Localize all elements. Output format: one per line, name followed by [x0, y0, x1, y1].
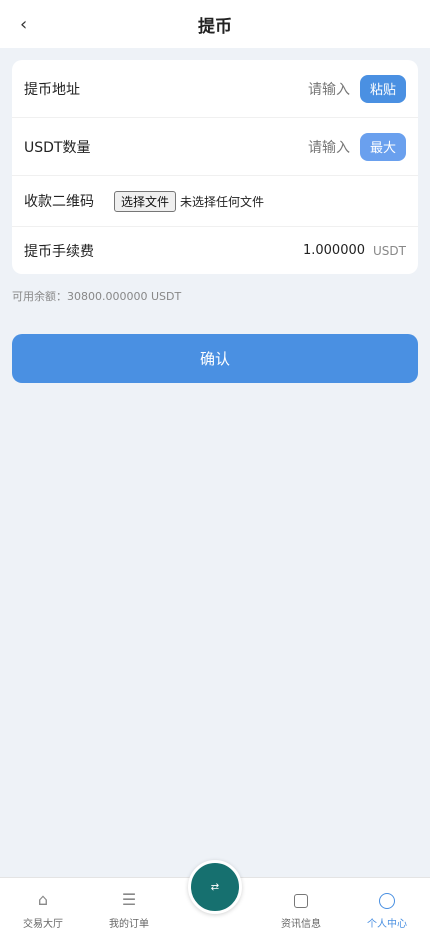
home-icon: ⌂ — [37, 890, 49, 909]
available-balance: 可用余额：30800.000000 USDT — [12, 290, 182, 303]
paste-button[interactable]: 粘贴 — [359, 74, 406, 103]
tab-trading-hall[interactable]: ⌂ 交易大厅 — [8, 890, 78, 931]
fee-unit: USDT — [373, 243, 406, 258]
address-label: 提币地址 — [24, 81, 80, 98]
tab-label: 资讯信息 — [281, 919, 321, 930]
tab-label: 个人中心 — [367, 919, 407, 930]
amount-row: USDT数量 请输入 最大 — [12, 118, 418, 176]
exchange-center-button[interactable]: ⇄ — [188, 860, 242, 914]
confirm-button[interactable]: 确认 — [12, 334, 418, 383]
exchange-icon: ⇄ — [210, 881, 220, 893]
withdraw-form: 提币地址 请输入 粘贴 USDT数量 请输入 最大 收款二维码 选择文件 未选择… — [12, 60, 418, 274]
amount-label: USDT数量 — [24, 139, 91, 156]
choose-file-button[interactable]: 选择文件 — [114, 190, 177, 212]
qrcode-label: 收款二维码 — [24, 194, 94, 210]
circle-icon — [379, 892, 395, 910]
address-input[interactable]: 请输入 — [308, 79, 350, 99]
fee-row: 提币手续费 1.000000 USDT — [12, 227, 418, 274]
qrcode-row: 收款二维码 选择文件 未选择任何文件 — [12, 176, 418, 227]
tab-label: 我的订单 — [109, 919, 149, 930]
tab-profile[interactable]: 个人中心 — [352, 892, 422, 930]
tab-news[interactable]: 资讯信息 — [266, 892, 336, 930]
tab-my-orders[interactable]: ☰ 我的订单 — [94, 890, 164, 931]
back-icon[interactable]: ‹ — [20, 12, 40, 36]
max-button[interactable]: 最大 — [359, 132, 406, 161]
list-icon: ☰ — [121, 890, 137, 909]
square-icon — [294, 892, 308, 910]
header: ‹ 提币 — [0, 0, 430, 48]
fee-value: 1.000000 — [302, 243, 366, 258]
fee-label: 提币手续费 — [24, 243, 94, 260]
file-status: 未选择任何文件 — [180, 194, 265, 209]
page-title: 提币 — [198, 16, 232, 37]
amount-input[interactable]: 请输入 — [308, 137, 350, 157]
tab-label: 交易大厅 — [23, 919, 63, 930]
address-row: 提币地址 请输入 粘贴 — [12, 60, 418, 118]
